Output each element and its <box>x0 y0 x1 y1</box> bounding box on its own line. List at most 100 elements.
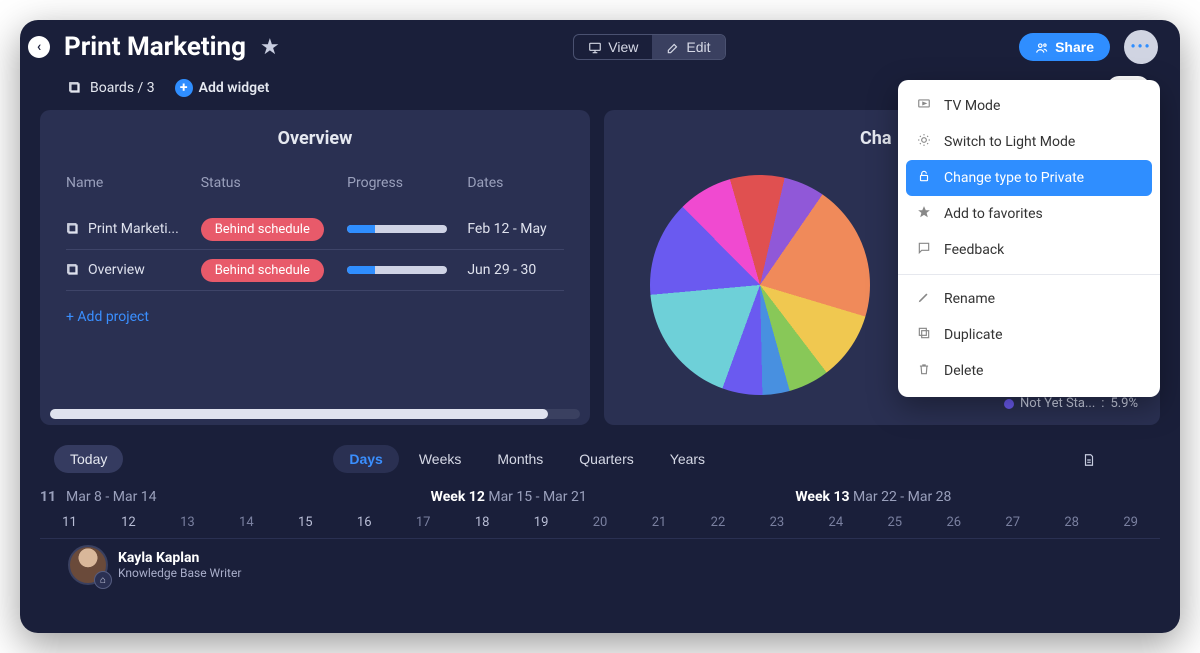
table-row[interactable]: Print Marketi... Behind schedule Feb 12 - … <box>66 209 564 250</box>
range-tabs: DaysWeeksMonthsQuartersYears <box>333 445 721 473</box>
week-prefix: 11 <box>40 489 66 505</box>
trash-icon <box>916 362 932 380</box>
dates-cell: Feb 12 - May <box>467 209 564 250</box>
share-button[interactable]: Share <box>1019 33 1110 61</box>
day-cell: 16 <box>335 515 394 530</box>
week-header-row: 11Mar 8 - Mar 14Week 12 Mar 15 - Mar 21W… <box>40 479 1160 511</box>
range-tab-weeks[interactable]: Weeks <box>403 445 478 473</box>
project-name: Print Marketi... <box>88 221 179 237</box>
col-status: Status <box>201 175 347 209</box>
day-header-row: 11121314151617181920212223242526272829 <box>40 511 1160 538</box>
legend-dot <box>1004 399 1014 409</box>
range-tab-months[interactable]: Months <box>481 445 559 473</box>
overview-panel: Overview Name Status Progress Dates Prin… <box>40 110 590 425</box>
day-cell: 12 <box>99 515 158 530</box>
menu-item-duplicate[interactable]: Duplicate <box>898 317 1160 353</box>
back-button[interactable]: ‹ <box>28 36 50 58</box>
timeline-controls: Today DaysWeeksMonthsQuartersYears <box>40 439 1160 479</box>
legend-item: Not Yet Sta... : 5.9% <box>1004 396 1138 411</box>
dates-cell: Jun 29 - 30 <box>467 250 564 291</box>
day-cell: 18 <box>453 515 512 530</box>
status-badge: Behind schedule <box>201 218 324 241</box>
day-cell: 28 <box>1042 515 1101 530</box>
range-tab-quarters[interactable]: Quarters <box>563 445 649 473</box>
day-cell: 26 <box>924 515 983 530</box>
day-cell: 15 <box>276 515 335 530</box>
plus-icon: + <box>175 79 193 97</box>
monitor-icon <box>588 39 602 55</box>
copy-icon <box>916 326 932 344</box>
feedback-icon <box>916 241 932 259</box>
menu-item-change-type-to-private[interactable]: Change type to Private <box>906 160 1152 196</box>
app-window: ‹ Print Marketing ★ View Edit <box>20 20 1180 633</box>
add-project-link[interactable]: + Add project <box>66 309 149 325</box>
pie-chart <box>650 175 870 395</box>
page-title: Print Marketing <box>64 32 246 62</box>
col-name: Name <box>66 175 201 209</box>
progress-bar <box>347 266 447 274</box>
overview-table: Name Status Progress Dates Print Marketi… <box>66 175 564 291</box>
home-badge-icon: ⌂ <box>94 571 112 589</box>
day-cell: 14 <box>217 515 276 530</box>
lock-icon <box>916 169 932 187</box>
people-icon <box>1035 39 1049 55</box>
day-cell: 19 <box>512 515 571 530</box>
day-cell: 24 <box>806 515 865 530</box>
view-edit-toggle: View Edit <box>573 34 725 60</box>
view-tab[interactable]: View <box>574 35 652 59</box>
tv-icon <box>916 97 932 115</box>
project-icon <box>66 263 80 277</box>
day-cell: 29 <box>1101 515 1160 530</box>
menu-item-feedback[interactable]: Feedback <box>898 232 1160 268</box>
progress-bar <box>347 225 447 233</box>
overview-title: Overview <box>66 128 564 149</box>
project-name: Overview <box>88 262 145 278</box>
horizontal-scrollbar[interactable] <box>50 409 580 419</box>
favorite-star-icon[interactable]: ★ <box>260 35 280 60</box>
avatar-wrap: ⌂ <box>68 545 108 585</box>
day-cell: 20 <box>571 515 630 530</box>
star-icon <box>916 205 932 223</box>
header: ‹ Print Marketing ★ View Edit <box>20 20 1180 72</box>
range-tab-years[interactable]: Years <box>654 445 721 473</box>
boards-link[interactable]: Boards / 3 <box>68 80 155 96</box>
week-cell: Mar 8 - Mar 14 <box>66 489 431 505</box>
day-cell: 27 <box>983 515 1042 530</box>
person-name: Kayla Kaplan <box>118 550 241 566</box>
status-badge: Behind schedule <box>201 259 324 282</box>
boards-icon <box>68 80 82 96</box>
context-menu: TV ModeSwitch to Light ModeChange type t… <box>898 80 1160 397</box>
timeline: Today DaysWeeksMonthsQuartersYears 11Mar… <box>20 439 1180 585</box>
day-cell: 22 <box>688 515 747 530</box>
col-dates: Dates <box>467 175 564 209</box>
person-role: Knowledge Base Writer <box>118 566 241 580</box>
day-cell: 11 <box>40 515 99 530</box>
sun-icon <box>916 133 932 151</box>
edit-tab[interactable]: Edit <box>652 35 724 59</box>
col-progress: Progress <box>347 175 467 209</box>
project-icon <box>66 222 80 236</box>
range-tab-days[interactable]: Days <box>333 445 398 473</box>
day-cell: 25 <box>865 515 924 530</box>
pencil-icon <box>916 290 932 308</box>
add-widget-button[interactable]: + Add widget <box>175 79 270 97</box>
menu-separator <box>898 274 1160 275</box>
today-button[interactable]: Today <box>54 445 123 473</box>
day-cell: 13 <box>158 515 217 530</box>
export-icon[interactable] <box>1082 450 1096 469</box>
edit-icon <box>666 39 680 55</box>
menu-item-rename[interactable]: Rename <box>898 281 1160 317</box>
day-cell: 23 <box>747 515 806 530</box>
day-cell: 21 <box>630 515 689 530</box>
menu-item-switch-to-light-mode[interactable]: Switch to Light Mode <box>898 124 1160 160</box>
table-row[interactable]: Overview Behind schedule Jun 29 - 30 <box>66 250 564 291</box>
week-cell: Week 12 Mar 15 - Mar 21 <box>431 489 796 505</box>
person-row[interactable]: ⌂ Kayla Kaplan Knowledge Base Writer <box>40 538 1160 585</box>
day-cell: 17 <box>394 515 453 530</box>
menu-item-add-to-favorites[interactable]: Add to favorites <box>898 196 1160 232</box>
dots-icon: ••• <box>1130 39 1151 55</box>
week-cell: Week 13 Mar 22 - Mar 28 <box>795 489 1160 505</box>
more-menu-button[interactable]: ••• <box>1124 30 1158 64</box>
menu-item-tv-mode[interactable]: TV Mode <box>898 88 1160 124</box>
menu-item-delete[interactable]: Delete <box>898 353 1160 389</box>
